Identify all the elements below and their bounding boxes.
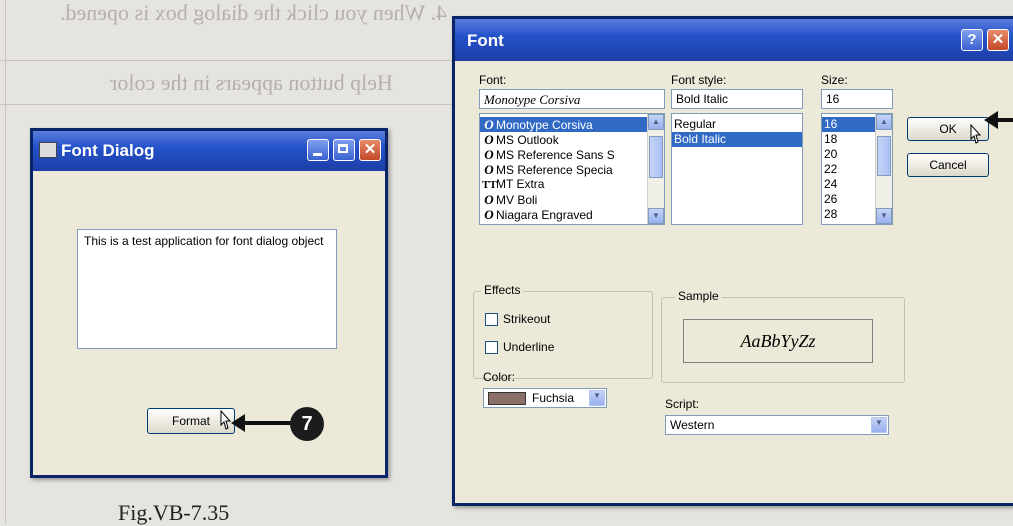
font-list-item[interactable]: O MS Outlook bbox=[480, 132, 664, 147]
window-title: Font bbox=[467, 31, 504, 50]
font-list-item-label: MS Reference Sans S bbox=[496, 148, 615, 162]
underline-label: Underline bbox=[503, 340, 555, 354]
font-name-input[interactable]: Monotype Corsiva bbox=[479, 89, 665, 109]
font-dialog-window: Font Dialog ✕ This is a test application… bbox=[30, 128, 388, 478]
font-list-item-label: Monotype Corsiva bbox=[496, 118, 593, 132]
font-list-item[interactable]: O MS Reference Sans S bbox=[480, 147, 664, 162]
callout-arrow bbox=[244, 421, 292, 425]
title-bar[interactable]: Font Dialog ✕ bbox=[33, 131, 385, 171]
script-label: Script: bbox=[665, 397, 700, 411]
scroll-thumb[interactable] bbox=[877, 136, 891, 176]
script-dropdown[interactable]: Western ▼ bbox=[665, 415, 889, 435]
font-style-label: Font style: bbox=[671, 73, 727, 87]
size-list-item-label: 24 bbox=[824, 177, 838, 191]
chevron-down-icon[interactable]: ▼ bbox=[589, 390, 605, 406]
title-bar[interactable]: Font ? ✕ bbox=[455, 19, 1013, 61]
size-list-item-label: 18 bbox=[824, 132, 838, 146]
font-list-item-label: MS Outlook bbox=[496, 133, 559, 147]
opentype-font-icon: O bbox=[484, 117, 494, 132]
color-value: Fuchsia bbox=[532, 391, 575, 405]
page-rule bbox=[5, 0, 6, 524]
scroll-up-icon[interactable]: ▲ bbox=[648, 114, 664, 130]
color-dropdown[interactable]: Fuchsia ▼ bbox=[483, 388, 607, 408]
callout-arrowhead bbox=[231, 414, 245, 432]
chevron-down-icon[interactable]: ▼ bbox=[871, 417, 887, 433]
figure-caption: Fig.VB-7.35 bbox=[118, 500, 230, 525]
size-list-item-label: 16 bbox=[824, 117, 838, 131]
maximize-button[interactable] bbox=[333, 139, 355, 161]
pointer-cursor-icon bbox=[970, 124, 982, 144]
truetype-font-icon: TT bbox=[482, 179, 497, 191]
scroll-thumb[interactable] bbox=[649, 136, 663, 178]
background-text: 4. When you click the dialog box is open… bbox=[60, 0, 447, 25]
minimize-button[interactable] bbox=[307, 139, 329, 161]
step-number-badge: 7 bbox=[290, 407, 324, 441]
size-list-item-label: 22 bbox=[824, 162, 838, 176]
font-label: Font: bbox=[479, 73, 507, 87]
effects-label: Effects bbox=[481, 283, 524, 297]
help-button[interactable]: ? bbox=[961, 29, 983, 51]
app-icon bbox=[39, 142, 57, 158]
background-text: Help button appears in the color bbox=[110, 70, 393, 95]
hand-cursor-icon bbox=[220, 410, 232, 430]
strikeout-label: Strikeout bbox=[503, 312, 551, 326]
font-list-item-label: MS Reference Specia bbox=[496, 163, 613, 177]
close-button[interactable]: ✕ bbox=[987, 29, 1009, 51]
font-list[interactable]: O Monotype Corsiva O MS Outlook O MS Referenc… bbox=[479, 113, 665, 225]
font-style-list[interactable]: Regular Bold Italic bbox=[671, 113, 803, 225]
color-label: Color: bbox=[483, 370, 516, 384]
color-swatch bbox=[488, 392, 526, 405]
opentype-font-icon: O bbox=[484, 132, 494, 147]
callout-arrowhead bbox=[984, 111, 998, 129]
opentype-font-icon: O bbox=[484, 162, 494, 177]
font-list-scrollbar[interactable]: ▲ ▼ bbox=[647, 114, 664, 224]
size-list-item-label: 26 bbox=[824, 192, 838, 206]
font-list-item[interactable]: TTMT Extra bbox=[480, 177, 664, 192]
font-list-item[interactable]: O Niagara Engraved bbox=[480, 207, 664, 222]
size-input[interactable]: 16 bbox=[821, 89, 893, 109]
style-list-item-label: Regular bbox=[674, 117, 717, 131]
script-value: Western bbox=[670, 418, 715, 432]
strikeout-checkbox[interactable] bbox=[485, 313, 498, 326]
opentype-font-icon: O bbox=[484, 192, 494, 207]
sample-textbox[interactable]: This is a test application for font dial… bbox=[77, 229, 337, 349]
cancel-button[interactable]: Cancel bbox=[907, 153, 989, 177]
opentype-font-icon: O bbox=[484, 147, 494, 162]
font-list-item[interactable]: O MS Reference Specia bbox=[480, 162, 664, 177]
close-button[interactable]: ✕ bbox=[359, 139, 381, 161]
callout-arrow bbox=[997, 118, 1013, 122]
scroll-down-icon[interactable]: ▼ bbox=[648, 208, 664, 224]
style-list-item[interactable]: Regular bbox=[672, 117, 802, 132]
font-list-item-label: MT Extra bbox=[496, 177, 545, 191]
effects-group bbox=[473, 291, 653, 379]
scroll-up-icon[interactable]: ▲ bbox=[876, 114, 892, 130]
scroll-down-icon[interactable]: ▼ bbox=[876, 208, 892, 224]
style-list-item-label: Bold Italic bbox=[674, 132, 727, 146]
sample-preview: AaBbYyZz bbox=[683, 319, 873, 363]
size-list[interactable]: 16 18 20 22 24 26 28 ▲ ▼ bbox=[821, 113, 893, 225]
font-style-input[interactable]: Bold Italic bbox=[671, 89, 803, 109]
opentype-font-icon: O bbox=[484, 207, 494, 222]
font-list-item[interactable]: O MV Boli bbox=[480, 192, 664, 207]
style-list-item[interactable]: Bold Italic bbox=[672, 132, 802, 147]
size-label: Size: bbox=[821, 73, 848, 87]
font-list-item-label: Niagara Engraved bbox=[496, 208, 593, 222]
size-list-item-label: 20 bbox=[824, 147, 838, 161]
window-title: Font Dialog bbox=[61, 141, 155, 160]
sample-label: Sample bbox=[675, 289, 722, 303]
font-list-item[interactable]: O Monotype Corsiva bbox=[480, 117, 664, 132]
size-list-item-label: 28 bbox=[824, 207, 838, 221]
font-list-item-label: MV Boli bbox=[496, 193, 538, 207]
font-window: Font ? ✕ Font: Monotype Corsiva O Monotyp… bbox=[452, 16, 1013, 506]
size-list-scrollbar[interactable]: ▲ ▼ bbox=[875, 114, 892, 224]
underline-checkbox[interactable] bbox=[485, 341, 498, 354]
